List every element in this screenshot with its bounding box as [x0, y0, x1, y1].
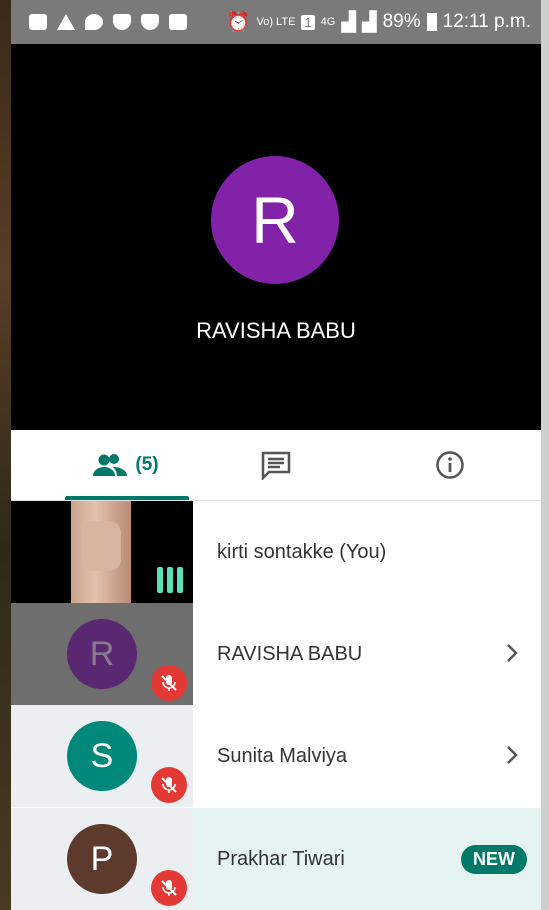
shield-icon-2 [141, 14, 159, 30]
participant-name: kirti sontakke (You) [217, 540, 387, 563]
background-edge-left [0, 0, 11, 910]
chevron-right-icon[interactable] [505, 641, 519, 665]
speaking-indicator-icon [157, 567, 183, 593]
participant-initial: P [90, 839, 114, 878]
participant-row[interactable]: S Sunita Malviya [11, 705, 541, 807]
phone-screen: ⏰ Vo) LTE 1 4G ▟ ▟ 89% 12:11 p.m. R RAVI… [11, 0, 541, 910]
participant-name: Prakhar Tiwari [217, 847, 345, 870]
new-badge: NEW [461, 845, 527, 874]
self-video-feed [71, 501, 131, 603]
volte-indicator: Vo) LTE [256, 16, 296, 28]
status-bar: ⏰ Vo) LTE 1 4G ▟ ▟ 89% 12:11 p.m. [11, 0, 541, 44]
tab-chat[interactable] [241, 430, 311, 500]
people-count: (5) [135, 454, 159, 475]
facebook-icon [169, 14, 187, 30]
participant-row[interactable]: R RAVISHA BABU [11, 603, 541, 705]
participant-video-thumb [11, 501, 193, 603]
participant-avatar: S [67, 721, 137, 791]
active-tab-indicator [65, 496, 189, 500]
chevron-right-icon[interactable] [505, 743, 519, 767]
chat-icon [85, 14, 103, 30]
warning-icon [57, 14, 75, 30]
network-type: 4G [320, 16, 336, 28]
participant-thumb: P [11, 808, 193, 910]
tab-info[interactable] [415, 430, 485, 500]
chat-icon [261, 451, 291, 480]
participant-thumb: R [11, 603, 193, 705]
background-edge-right [541, 0, 549, 910]
participant-avatar: P [67, 824, 137, 894]
main-speaker-name: RAVISHA BABU [196, 318, 356, 343]
participant-thumb: S [11, 705, 193, 807]
main-speaker-avatar: R [211, 156, 339, 284]
participant-name: RAVISHA BABU [217, 642, 363, 665]
message-icon [29, 14, 47, 30]
participant-row[interactable]: kirti sontakke (You) [11, 501, 541, 603]
participant-row[interactable]: P Prakhar Tiwari NEW [11, 808, 541, 910]
info-icon [436, 451, 464, 479]
mic-off-icon [151, 767, 187, 803]
sim-indicator: 1 [301, 14, 315, 30]
main-speaker-initial: R [251, 183, 299, 257]
alarm-icon: ⏰ [226, 12, 251, 33]
tab-bar: (5) [11, 430, 541, 501]
tab-people[interactable]: (5) [63, 430, 189, 500]
signal-icon: ▟ [341, 11, 356, 33]
signal-icon-2: ▟ [361, 11, 377, 33]
battery-icon [426, 13, 437, 31]
participant-initial: S [90, 736, 114, 775]
participant-name: Sunita Malviya [217, 744, 348, 767]
people-icon [93, 454, 128, 476]
participant-avatar: R [67, 619, 137, 689]
mic-off-icon [151, 665, 187, 701]
shield-icon [113, 14, 131, 30]
battery-percent: 89% [382, 11, 421, 32]
clock: 12:11 p.m. [442, 11, 531, 32]
main-video-area[interactable]: R RAVISHA BABU [11, 44, 541, 430]
participant-initial: R [89, 634, 115, 673]
mic-off-icon [151, 870, 187, 906]
